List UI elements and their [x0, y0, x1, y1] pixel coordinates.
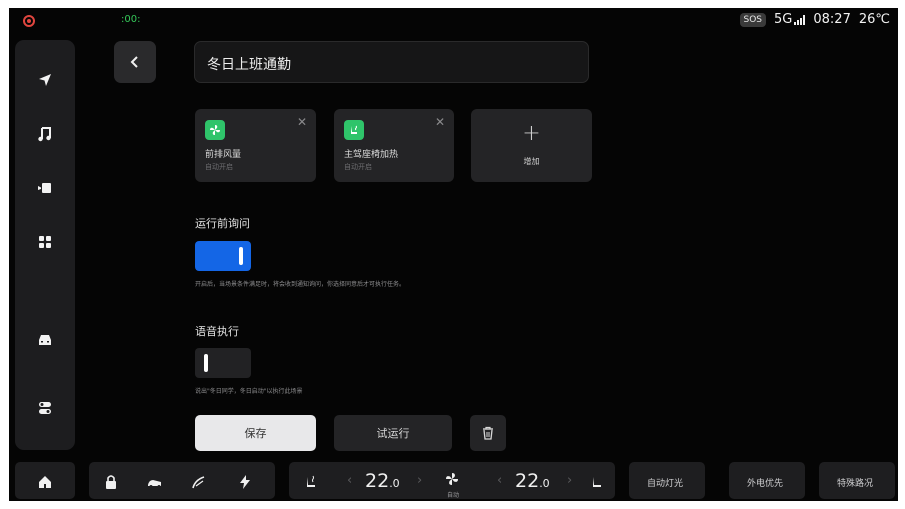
- charging-icon[interactable]: [237, 474, 253, 490]
- car-screen: :00: SOS 5G 08:27 26℃ 冬日上班通勤 ✕ 前排风量 自动开启…: [9, 8, 898, 501]
- auto-light-label: 自动灯光: [647, 479, 684, 489]
- plus-icon: +: [522, 121, 541, 146]
- left-temp-up-icon[interactable]: ›: [417, 473, 422, 488]
- aux-power-label: 外电优先: [747, 479, 784, 489]
- trial-run-button[interactable]: 试运行: [334, 415, 452, 451]
- sidebar-item-music[interactable]: [15, 116, 75, 152]
- signal-indicator: 5G: [774, 12, 806, 27]
- car-icon: [39, 335, 51, 345]
- toggle-knob: [239, 247, 243, 265]
- chevron-left-icon: [130, 56, 138, 68]
- right-temp-up-icon[interactable]: ›: [567, 473, 572, 488]
- confirm-before-run-toggle[interactable]: [195, 241, 251, 271]
- action-card-name: 主驾座椅加热: [344, 150, 399, 160]
- close-icon[interactable]: ✕: [297, 116, 307, 128]
- sidebar-item-apps[interactable]: [15, 224, 75, 260]
- passenger-seat-heat-icon[interactable]: [589, 474, 605, 490]
- lock-icon[interactable]: [103, 474, 119, 490]
- driver-seat-heat-icon[interactable]: [303, 474, 319, 490]
- voice-execute-title: 语音执行: [195, 325, 239, 338]
- special-mode-label: 特殊路况: [837, 479, 874, 489]
- action-card-seat-heat[interactable]: ✕ 主驾座椅加热 自动开启: [334, 109, 454, 182]
- scene-name-value: 冬日上班通勤: [207, 57, 291, 73]
- sos-badge[interactable]: SOS: [739, 12, 767, 27]
- confirm-before-run-hint: 开启后，当场景条件满足时，将会收到通知询问，你选择同意后才可执行任务。: [195, 281, 406, 288]
- fan-icon[interactable]: [444, 471, 460, 487]
- clock: 08:27: [813, 12, 851, 27]
- sidebar: [15, 40, 75, 450]
- fan-icon: [205, 120, 225, 140]
- add-action-button[interactable]: + 增加: [471, 109, 592, 182]
- delete-button[interactable]: [470, 415, 506, 451]
- back-button[interactable]: [114, 41, 156, 83]
- video-icon: [38, 183, 51, 193]
- signal-bars-icon: [794, 14, 806, 25]
- sidebar-item-navigation[interactable]: [15, 62, 75, 98]
- trunk-icon[interactable]: [147, 474, 163, 490]
- fan-mode-label: 自动: [447, 492, 460, 499]
- music-icon: [38, 127, 51, 142]
- save-button[interactable]: 保存: [195, 415, 316, 451]
- voice-execute-hint: 说出"冬日同学，冬日启动"以执行此场景: [195, 388, 303, 395]
- action-card-front-fan[interactable]: ✕ 前排风量 自动开启: [195, 109, 316, 182]
- wiper-icon[interactable]: [191, 474, 207, 490]
- sidebar-item-car[interactable]: [15, 322, 75, 358]
- seat-heat-icon: [344, 120, 364, 140]
- home-button[interactable]: [15, 462, 75, 499]
- action-card-sub: 自动开启: [344, 163, 372, 171]
- scene-name-input[interactable]: 冬日上班通勤: [194, 41, 589, 83]
- action-card-name: 前排风量: [205, 150, 242, 160]
- trash-icon: [483, 426, 493, 440]
- settings-toggle-icon: [39, 402, 51, 414]
- voice-execute-toggle[interactable]: [195, 348, 251, 378]
- left-temp-down-icon[interactable]: ‹: [347, 473, 352, 488]
- auto-light-button[interactable]: 自动灯光: [629, 462, 705, 499]
- left-temperature: 22.0: [365, 470, 400, 492]
- sidebar-item-video[interactable]: [15, 170, 75, 206]
- close-icon[interactable]: ✕: [435, 116, 445, 128]
- sidebar-item-settings[interactable]: [15, 390, 75, 426]
- status-bar: SOS 5G 08:27 26℃: [739, 12, 890, 27]
- add-action-label: 增加: [523, 157, 540, 166]
- home-icon: [39, 476, 51, 488]
- network-label: 5G: [774, 12, 793, 27]
- action-card-sub: 自动开启: [205, 163, 233, 171]
- toggle-knob: [204, 354, 208, 372]
- climate-controls-group: ‹ 22.0 › 自动 ‹ 22.0 ›: [289, 462, 615, 499]
- outside-temperature: 26℃: [858, 12, 890, 27]
- vehicle-controls-group: [89, 462, 275, 499]
- climate-bar: ‹ 22.0 › 自动 ‹ 22.0 › 自动灯光 外电优先 特殊路况: [9, 460, 898, 501]
- right-temp-down-icon[interactable]: ‹: [497, 473, 502, 488]
- aux-power-button[interactable]: 外电优先: [729, 462, 805, 499]
- navigation-icon: [39, 74, 51, 86]
- special-mode-button[interactable]: 特殊路况: [819, 462, 895, 499]
- apps-grid-icon: [39, 236, 51, 248]
- recording-indicator-icon: [23, 15, 35, 27]
- right-temperature: 22.0: [515, 470, 550, 492]
- confirm-before-run-title: 运行前询问: [195, 217, 250, 230]
- status-indicator: :00:: [121, 14, 141, 25]
